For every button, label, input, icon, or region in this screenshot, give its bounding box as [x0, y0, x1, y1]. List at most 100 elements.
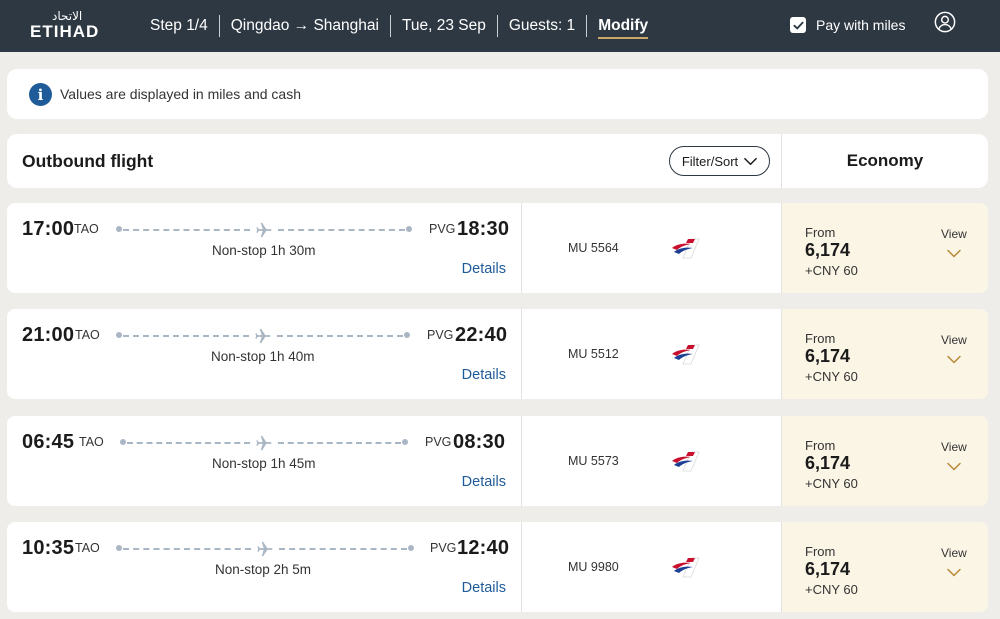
- outbound-flight-header: Outbound flight Filter/Sort Economy: [7, 134, 988, 188]
- route-start-dot: [116, 545, 122, 551]
- cabin-class-header: Economy: [846, 151, 924, 170]
- divider: [521, 203, 522, 293]
- airplane-icon: [256, 435, 272, 451]
- fare-miles-value: 6,174: [805, 346, 851, 366]
- economy-fare-cell[interactable]: From 6,174 +CNY 60 View: [781, 522, 988, 612]
- route-start-dot: [120, 439, 126, 445]
- chevron-down-icon[interactable]: [947, 355, 961, 364]
- china-eastern-logo-icon: [672, 344, 700, 365]
- pay-with-miles-toggle[interactable]: Pay with miles: [790, 16, 905, 34]
- divider: [586, 15, 588, 37]
- route-line: [278, 229, 405, 231]
- fare-from-label: From: [805, 544, 836, 559]
- departure-airport-code: TAO: [75, 328, 100, 342]
- stops-duration: Non-stop 1h 40m: [211, 349, 315, 364]
- guests-summary: Guests: 1: [508, 17, 576, 34]
- departure-airport-code: TAO: [79, 435, 104, 449]
- fare-miles-value: 6,174: [805, 559, 851, 579]
- flight-number: MU 5573: [568, 454, 619, 468]
- info-banner: i Values are displayed in miles and cash: [7, 69, 988, 119]
- stops-duration: Non-stop 1h 30m: [212, 243, 316, 258]
- flight-card[interactable]: 10:35 TAO PVG 12:40 Non-stop 2h 5m Detai…: [7, 522, 988, 612]
- arrival-time: 18:30: [457, 218, 510, 240]
- route-end-dot: [402, 439, 408, 445]
- user-account-icon[interactable]: [934, 11, 956, 33]
- arrival-airport-code: PVG: [427, 328, 454, 342]
- arrival-airport-code: PVG: [430, 541, 457, 555]
- filter-sort-button[interactable]: Filter/Sort: [669, 146, 770, 176]
- stops-duration: Non-stop 2h 5m: [215, 562, 312, 577]
- route-line: [278, 442, 401, 444]
- checkmark-icon: [792, 21, 804, 29]
- divider: [521, 416, 522, 506]
- departure-airport-code: TAO: [75, 541, 100, 555]
- route-summary: Qingdao → Shanghai: [230, 17, 379, 34]
- section-title: Outbound flight: [22, 151, 154, 171]
- flight-details-link[interactable]: Details: [462, 261, 506, 277]
- step-indicator: Step 1/4: [150, 17, 208, 34]
- stops-duration: Non-stop 1h 45m: [212, 456, 316, 471]
- flight-details-link[interactable]: Details: [462, 367, 506, 383]
- fare-cash-value: +CNY 60: [805, 582, 858, 597]
- pay-with-miles-label: Pay with miles: [816, 17, 906, 33]
- divider: [218, 15, 220, 37]
- flight-details-link[interactable]: Details: [462, 580, 506, 596]
- economy-fare-cell[interactable]: From 6,174 +CNY 60 View: [781, 416, 988, 506]
- view-fare-label[interactable]: View: [941, 440, 967, 454]
- divider: [496, 15, 498, 37]
- route-line: [123, 229, 250, 231]
- arrival-time: 08:30: [453, 431, 506, 453]
- fare-from-label: From: [805, 331, 836, 346]
- logo-text: ETIHAD: [30, 22, 100, 41]
- fare-miles-value: 6,174: [805, 240, 851, 260]
- modify-search-link[interactable]: Modify: [598, 17, 649, 39]
- chevron-down-icon[interactable]: [947, 568, 961, 577]
- arrival-airport-code: PVG: [425, 435, 452, 449]
- route-start-dot: [116, 226, 122, 232]
- info-banner-text: Values are displayed in miles and cash: [60, 86, 301, 102]
- economy-fare-cell[interactable]: From 6,174 +CNY 60 View: [781, 309, 988, 399]
- china-eastern-logo-icon: [672, 238, 700, 259]
- fare-from-label: From: [805, 438, 836, 453]
- view-fare-label[interactable]: View: [941, 546, 967, 560]
- route-line: [123, 335, 249, 337]
- airplane-icon: [256, 222, 272, 238]
- info-icon: i: [29, 83, 52, 106]
- route-end-dot: [404, 332, 410, 338]
- divider: [521, 522, 522, 612]
- flight-number: MU 9980: [568, 560, 619, 574]
- fare-from-label: From: [805, 225, 836, 240]
- etihad-logo[interactable]: الاتحاد ETIHAD: [30, 10, 104, 40]
- china-eastern-logo-icon: [672, 451, 700, 472]
- arrival-airport-code: PVG: [429, 222, 456, 236]
- china-eastern-logo-icon: [672, 557, 700, 578]
- departure-time: 17:00: [22, 218, 75, 240]
- chevron-down-icon[interactable]: [947, 462, 961, 471]
- fare-cash-value: +CNY 60: [805, 476, 858, 491]
- logo-arabic-text: الاتحاد: [52, 9, 83, 23]
- divider: [389, 15, 391, 37]
- route-end-dot: [408, 545, 414, 551]
- economy-fare-cell[interactable]: From 6,174 +CNY 60 View: [781, 203, 988, 293]
- chevron-down-icon[interactable]: [947, 249, 961, 258]
- view-fare-label[interactable]: View: [941, 333, 967, 347]
- chevron-down-icon: [744, 157, 757, 165]
- departure-airport-code: TAO: [74, 222, 99, 236]
- departure-time: 21:00: [22, 324, 75, 346]
- flight-card[interactable]: 06:45 TAO PVG 08:30 Non-stop 1h 45m Deta…: [7, 416, 988, 506]
- flight-card[interactable]: 17:00 TAO PVG 18:30 Non-stop 1h 30m Deta…: [7, 203, 988, 293]
- flight-card[interactable]: 21:00 TAO PVG 22:40 Non-stop 1h 40m Deta…: [7, 309, 988, 399]
- fare-miles-value: 6,174: [805, 453, 851, 473]
- airplane-icon: [257, 541, 273, 557]
- pay-with-miles-checkbox[interactable]: [790, 17, 806, 33]
- flight-number: MU 5512: [568, 347, 619, 361]
- flight-number: MU 5564: [568, 241, 619, 255]
- view-fare-label[interactable]: View: [941, 227, 967, 241]
- fare-cash-value: +CNY 60: [805, 263, 858, 278]
- divider: [521, 309, 522, 399]
- departure-time: 10:35: [22, 537, 75, 559]
- flight-details-link[interactable]: Details: [462, 474, 506, 490]
- route-start-dot: [116, 332, 122, 338]
- arrival-time: 12:40: [457, 537, 510, 559]
- filter-sort-label: Filter/Sort: [681, 153, 739, 169]
